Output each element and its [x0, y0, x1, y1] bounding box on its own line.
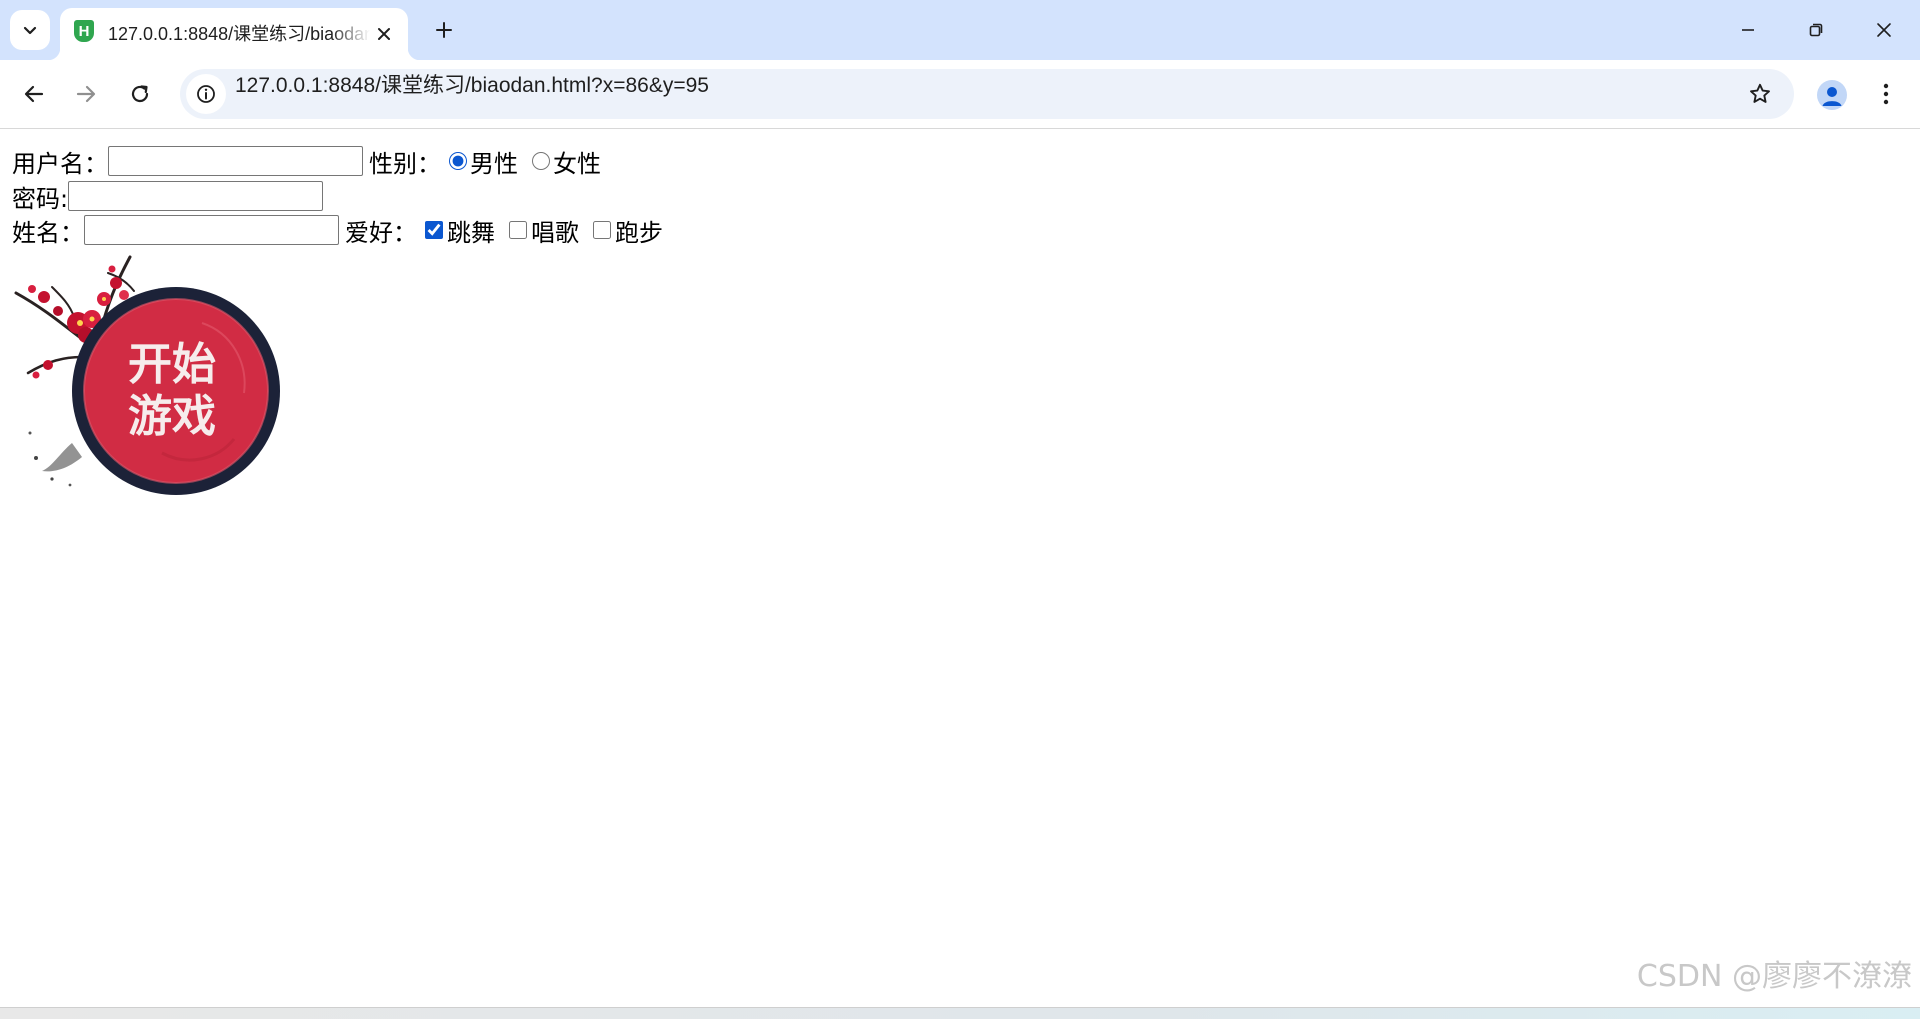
bookmark-button[interactable] [1744, 78, 1776, 110]
info-icon [197, 85, 215, 103]
new-tab-button[interactable] [424, 10, 464, 50]
hbuilder-favicon-icon: H [74, 20, 94, 42]
gender-radio-female[interactable] [532, 152, 550, 170]
url-text[interactable]: 127.0.0.1:8848/课堂练习/biaodan.html?x=86&y=… [235, 69, 709, 119]
close-icon [378, 28, 390, 40]
reload-icon [131, 85, 149, 103]
hobby-label: 爱好： [345, 218, 417, 247]
tab-title: 127.0.0.1:8848/课堂练习/biaodan.html?x=86&y=… [108, 24, 370, 44]
hobby-checkbox-run[interactable] [593, 221, 611, 239]
minimize-icon [1742, 29, 1754, 31]
name-input[interactable] [84, 215, 339, 245]
tab-close-button[interactable] [372, 22, 396, 46]
site-info-button[interactable] [186, 74, 226, 114]
arrow-left-icon [24, 85, 44, 103]
start-game-image-button[interactable]: 开始 游戏 [12, 253, 280, 497]
gender-radio-male[interactable] [449, 152, 467, 170]
browser-menu-button[interactable] [1870, 74, 1902, 114]
username-input[interactable] [108, 146, 363, 176]
profile-icon [1822, 87, 1842, 106]
profile-button[interactable] [1817, 80, 1847, 110]
more-vertical-icon [1883, 83, 1889, 105]
name-label: 姓名： [12, 218, 84, 247]
username-label: 用户名： [12, 149, 108, 178]
username-gender-row: 用户名： 性别： 男性 女性 [12, 145, 607, 178]
gender-option-male-label: 男性 [470, 149, 518, 178]
csdn-watermark: CSDN @廖廖不潦潦 [1636, 959, 1912, 994]
chevron-down-icon [23, 26, 37, 35]
hobby-option-dance-label: 跳舞 [447, 218, 495, 247]
plus-icon [436, 22, 452, 38]
hobby-option-sing-label: 唱歌 [531, 218, 579, 247]
hobby-checkbox-sing[interactable] [509, 221, 527, 239]
start-game-text-line1: 开始 [128, 339, 216, 390]
back-button[interactable] [14, 74, 54, 114]
tab-search-button[interactable] [10, 10, 50, 50]
gender-label: 性别： [369, 149, 441, 178]
arrow-right-icon [76, 85, 96, 103]
gender-option-female-label: 女性 [553, 149, 601, 178]
name-hobby-row: 姓名： 爱好： 跳舞 唱歌 跑步 [12, 214, 669, 247]
address-bar[interactable]: 127.0.0.1:8848/课堂练习/biaodan.html?x=86&y=… [180, 69, 1794, 119]
forward-button[interactable] [66, 74, 106, 114]
tab-strip: H 127.0.0.1:8848/课堂练习/biaodan.html?x=86&… [0, 0, 1920, 60]
window-bottom-edge [0, 1007, 1920, 1019]
restore-icon [1809, 23, 1823, 37]
star-icon [1750, 83, 1770, 103]
active-tab[interactable]: H 127.0.0.1:8848/课堂练习/biaodan.html?x=86&… [48, 8, 420, 60]
close-icon [1877, 23, 1891, 37]
password-input[interactable] [68, 181, 324, 211]
hobby-option-run-label: 跑步 [615, 218, 663, 247]
hobby-checkbox-dance[interactable] [425, 221, 443, 239]
restore-button[interactable] [1782, 0, 1850, 60]
browser-toolbar: 127.0.0.1:8848/课堂练习/biaodan.html?x=86&y=… [0, 60, 1920, 129]
window-close-button[interactable] [1850, 0, 1918, 60]
page-content: 用户名： 性别： 男性 女性 密码: 姓名： 爱好： 跳舞 唱歌 跑步 开始 游… [0, 129, 1920, 1007]
minimize-button[interactable] [1714, 0, 1782, 60]
password-label: 密码: [12, 184, 69, 213]
reload-button[interactable] [120, 74, 160, 114]
start-game-text-line2: 游戏 [128, 391, 216, 442]
password-row: 密码: [12, 180, 324, 213]
